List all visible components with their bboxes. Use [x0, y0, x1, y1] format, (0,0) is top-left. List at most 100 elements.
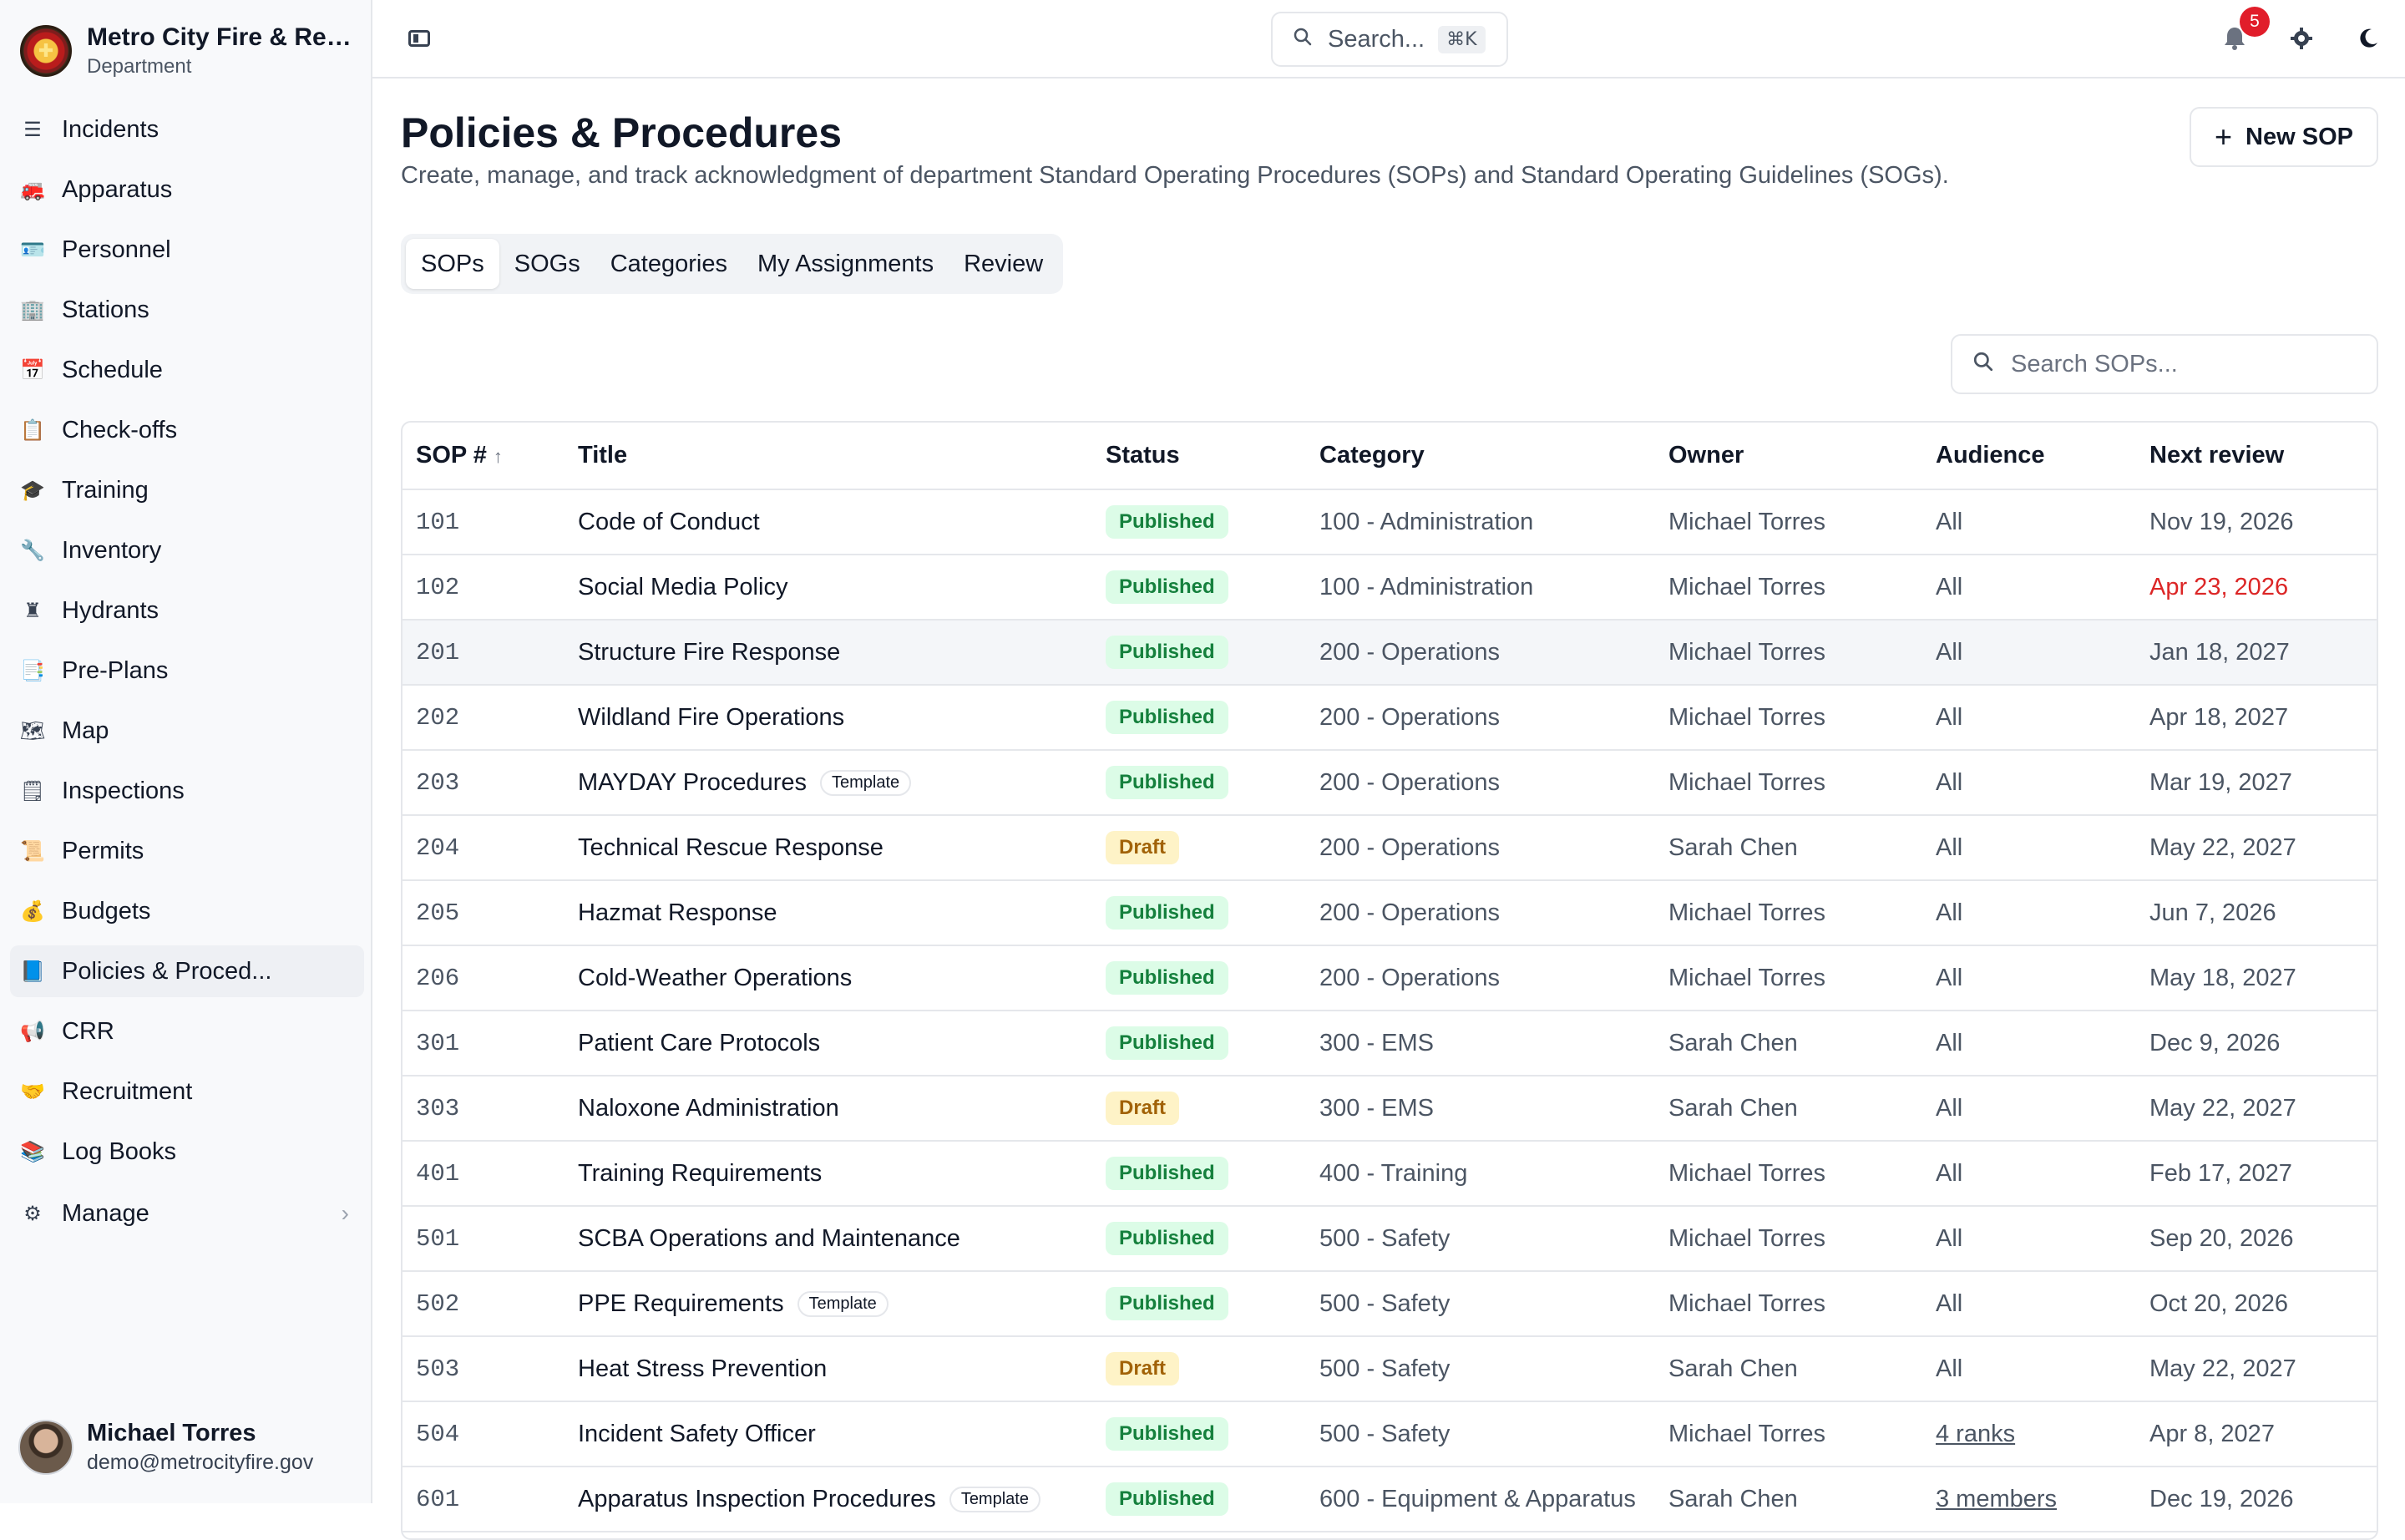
sidebar-item-permits[interactable]: 📜 Permits — [10, 825, 364, 877]
table-row[interactable]: 601 Apparatus Inspection Procedures Templa… — [403, 1467, 2377, 1532]
status-cell: Draft — [1092, 1336, 1306, 1402]
col-category[interactable]: Category — [1306, 423, 1655, 490]
col-sop-number[interactable]: SOP # ↑ — [403, 423, 565, 490]
sidebar-item-label: Map — [62, 717, 109, 744]
table-row[interactable]: 101 Code of Conduct Published 100 - Adminis… — [403, 489, 2377, 555]
sop-number: 301 — [403, 1011, 565, 1076]
sop-title-cell[interactable]: Hazmat Response — [565, 880, 1092, 946]
table-row[interactable]: 301 Patient Care Protocols Published 300 - … — [403, 1011, 2377, 1076]
tab-sops[interactable]: SOPs — [406, 239, 499, 289]
sidebar-item-recruitment[interactable]: 🤝 Recruitment — [10, 1066, 364, 1117]
sidebar-item-inventory[interactable]: 🔧 Inventory — [10, 524, 364, 576]
table-row[interactable]: 502 PPE Requirements Template Published 500 … — [403, 1271, 2377, 1337]
sop-title-cell[interactable]: Incident Safety Officer — [565, 1401, 1092, 1467]
sop-title-cell[interactable]: Naloxone Administration — [565, 1076, 1092, 1142]
new-sop-button[interactable]: + New SOP — [2190, 107, 2378, 167]
sidebar-item-training[interactable]: 🎓 Training — [10, 464, 364, 516]
tab-categories[interactable]: Categories — [595, 239, 742, 289]
user-email: demo@metrocityfire.gov — [87, 1451, 314, 1474]
sidebar-item-policies-proced[interactable]: 📘 Policies & Proced... — [10, 945, 364, 997]
table-row[interactable]: 102 Social Media Policy Published 100 - Adm… — [403, 555, 2377, 621]
sop-number: 201 — [403, 620, 565, 686]
col-owner[interactable]: Owner — [1655, 423, 1922, 490]
sidebar-item-hydrants[interactable]: ♜ Hydrants — [10, 585, 364, 636]
handshake-icon: 🤝 — [20, 1080, 45, 1103]
sidebar-item-crr[interactable]: 📢 CRR — [10, 1006, 364, 1057]
sidebar-item-check-offs[interactable]: 📋 Check-offs — [10, 404, 364, 456]
search-shortcut: ⌘K — [1438, 25, 1486, 53]
sop-number: 502 — [403, 1271, 565, 1337]
sop-title-cell[interactable]: Apparatus Inspection Procedures Template — [565, 1467, 1092, 1532]
table-row[interactable]: 503 Heat Stress Prevention Draft 500 - Safe… — [403, 1336, 2377, 1402]
sop-title-cell[interactable]: Wildland Fire Operations — [565, 685, 1092, 751]
sidebar-item-map[interactable]: 🗺 Map — [10, 705, 364, 757]
audience-cell: All — [1922, 555, 2136, 621]
sop-title-cell[interactable]: Technical Rescue Response — [565, 815, 1092, 881]
table-row[interactable]: 202 Wildland Fire Operations Published 200 … — [403, 685, 2377, 751]
table-row[interactable]: 201 Structure Fire Response Published 200 -… — [403, 620, 2377, 686]
tab-sogs[interactable]: SOGs — [499, 239, 595, 289]
sidebar-item-apparatus[interactable]: 🚒 Apparatus — [10, 164, 364, 215]
status-cell: Published — [1092, 555, 1306, 621]
sidebar-item-inspections[interactable]: 🗒 Inspections — [10, 765, 364, 817]
sop-search-input[interactable]: Search SOPs... — [1951, 334, 2378, 394]
sop-title-cell[interactable]: Patient Care Protocols — [565, 1011, 1092, 1076]
sop-title-cell[interactable]: PPE Requirements Template — [565, 1271, 1092, 1337]
sop-title: Training Requirements — [578, 1159, 823, 1187]
table-row[interactable]: 204 Technical Rescue Response Draft 200 - O… — [403, 815, 2377, 881]
audience-cell: All — [1922, 1076, 2136, 1142]
org-header[interactable]: Metro City Fire & Resc... Department — [20, 23, 362, 79]
table-row[interactable]: 203 MAYDAY Procedures Template Published 200… — [403, 750, 2377, 816]
tab-my-assignments[interactable]: My Assignments — [742, 239, 949, 289]
table-row[interactable]: 205 Hazmat Response Published 200 - Operati… — [403, 880, 2377, 946]
sidebar-toggle-button[interactable] — [406, 25, 433, 52]
sidebar-item-schedule[interactable]: 📅 Schedule — [10, 344, 364, 396]
sidebar-item-incidents[interactable]: ☰ Incidents — [10, 104, 364, 155]
table-row[interactable]: 303 Naloxone Administration Draft 300 - EMS… — [403, 1076, 2377, 1142]
sop-title-cell[interactable]: Structure Fire Response — [565, 620, 1092, 686]
owner-cell: Michael Torres — [1655, 1271, 1922, 1337]
col-status[interactable]: Status — [1092, 423, 1306, 490]
sidebar-item-manage[interactable]: ⚙ Manage › — [10, 1188, 364, 1239]
table-row[interactable]: 206 Cold-Weather Operations Published 200 -… — [403, 945, 2377, 1011]
sidebar-item-label: Hydrants — [62, 596, 159, 624]
col-audience[interactable]: Audience — [1922, 423, 2136, 490]
gear-icon[interactable] — [2285, 22, 2318, 55]
sop-title: Technical Rescue Response — [578, 833, 884, 861]
table-row[interactable]: 504 Incident Safety Officer Published 500 -… — [403, 1401, 2377, 1467]
owner-cell: Michael Torres — [1655, 880, 1922, 946]
global-search-button[interactable]: Search... ⌘K — [1271, 12, 1508, 67]
next-review-cell: May 22, 2027 — [2136, 1076, 2377, 1142]
audience-cell[interactable]: 3 members — [1922, 1467, 2136, 1532]
sop-title-cell[interactable]: Cold-Weather Operations — [565, 945, 1092, 1011]
sop-title-cell[interactable]: Code of Conduct — [565, 489, 1092, 555]
sidebar-item-log-books[interactable]: 📚 Log Books — [10, 1126, 364, 1178]
sop-title: Code of Conduct — [578, 508, 760, 535]
col-title[interactable]: Title — [565, 423, 1092, 490]
sidebar-item-pre-plans[interactable]: 📑 Pre-Plans — [10, 645, 364, 697]
audience-cell[interactable]: 4 ranks — [1922, 1401, 2136, 1467]
sop-title-cell[interactable]: SCBA Operations and Maintenance — [565, 1206, 1092, 1272]
audience-cell: All — [1922, 685, 2136, 751]
table-row[interactable]: 401 Training Requirements Published 400 - T… — [403, 1141, 2377, 1207]
sop-title-cell[interactable]: Social Media Policy — [565, 555, 1092, 621]
audience-cell: All — [1922, 620, 2136, 686]
moon-icon[interactable] — [2352, 22, 2385, 55]
sop-title: Structure Fire Response — [578, 638, 841, 666]
sop-table-container: SOP # ↑ Title Status Category Owner Audie… — [401, 421, 2378, 1540]
sop-title-cell[interactable]: Training Requirements — [565, 1141, 1092, 1207]
search-icon — [1972, 351, 1994, 378]
sidebar-item-budgets[interactable]: 💰 Budgets — [10, 885, 364, 937]
sidebar-item-personnel[interactable]: 🪪 Personnel — [10, 224, 364, 276]
col-next-review[interactable]: Next review — [2136, 423, 2377, 490]
user-profile[interactable]: Michael Torres demo@metrocityfire.gov — [18, 1420, 313, 1475]
table-row[interactable]: 501 SCBA Operations and Maintenance Publis… — [403, 1206, 2377, 1272]
sop-title: Patient Care Protocols — [578, 1029, 821, 1056]
tab-review[interactable]: Review — [949, 239, 1058, 289]
audience-cell: All — [1922, 1011, 2136, 1076]
sop-title-cell[interactable]: Heat Stress Prevention — [565, 1336, 1092, 1402]
owner-cell: Michael Torres — [1655, 750, 1922, 816]
sidebar-item-stations[interactable]: 🏢 Stations — [10, 284, 364, 336]
table-header-row: SOP # ↑ Title Status Category Owner Audie… — [403, 423, 2377, 490]
sop-title-cell[interactable]: MAYDAY Procedures Template — [565, 750, 1092, 816]
